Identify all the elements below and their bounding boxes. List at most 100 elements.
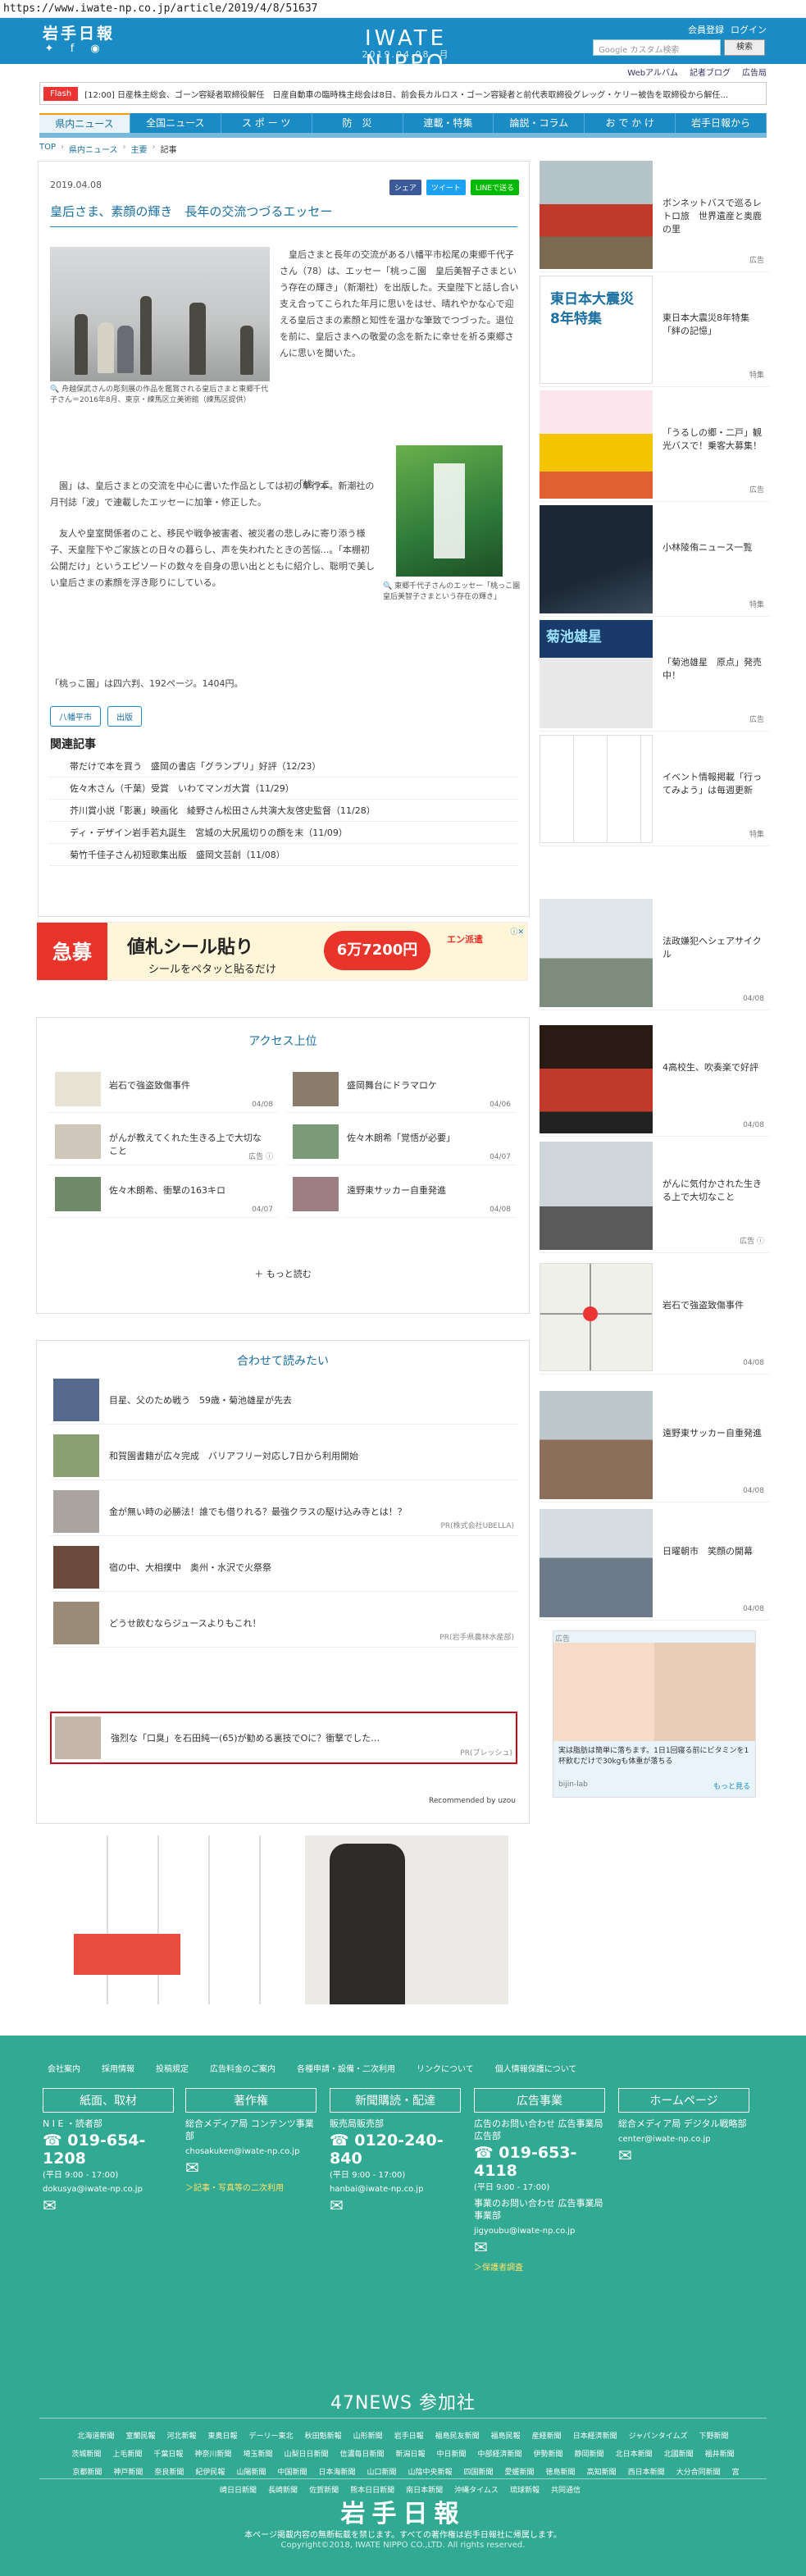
footer-mail[interactable]: chosakuken@iwate-np.co.jp <box>185 2147 316 2156</box>
footer-phone[interactable]: ☎ 0120-240-840 <box>330 2131 461 2168</box>
member-link[interactable]: 神奈川新聞 <box>194 2451 231 2459</box>
member-link[interactable]: 静岡新聞 <box>575 2451 604 2459</box>
member-link[interactable]: 四国新聞 <box>464 2469 494 2477</box>
nav-item-series[interactable]: 連載・特集 <box>403 113 494 133</box>
nav-item-sports[interactable]: ス ポ ー ツ <box>221 113 312 133</box>
related-item[interactable]: 菊竹千佳子さん初短歌集出版 盛岡文芸創（11/08） <box>50 844 517 866</box>
member-link[interactable]: 奈良新聞 <box>154 2469 184 2477</box>
member-link[interactable]: 河北新報 <box>167 2432 197 2441</box>
member-link[interactable]: 伊勢新聞 <box>534 2451 563 2459</box>
login-link[interactable]: ログイン <box>731 23 767 36</box>
mail-icon[interactable]: ✉ <box>474 2239 605 2255</box>
footer-link[interactable]: 個人情報保護について <box>495 2062 577 2074</box>
sidebar-item[interactable]: がんに気付かされた生きる上で大切なこと 広告 ⓘ <box>540 1142 769 1253</box>
footer-mail[interactable]: dokusya@iwate-np.co.jp <box>43 2185 174 2194</box>
rank-item[interactable]: がんが教えてくれた生きる上で大切なこと 広告 ⓘ <box>48 1119 278 1165</box>
footer-phone[interactable]: ☎ 019-654-1208 <box>43 2131 174 2168</box>
mail-icon[interactable]: ✉ <box>185 2159 316 2176</box>
member-link[interactable]: 産経新聞 <box>532 2432 562 2441</box>
nav-item-from-iwate[interactable]: 岩手日報から <box>676 113 767 133</box>
footer-mail[interactable]: hanbai@iwate-np.co.jp <box>330 2185 461 2194</box>
related-item[interactable]: 佐々木さん（千葉）受賞 いわてマンガ大賞（11/29） <box>50 777 517 800</box>
footer-extra-link[interactable]: ＞保護者調査 <box>474 2260 605 2273</box>
member-link[interactable]: 西日本新聞 <box>628 2469 665 2477</box>
footer-link[interactable]: リンクについて <box>417 2062 474 2074</box>
member-link[interactable]: 新潟日報 <box>395 2451 425 2459</box>
related-item[interactable]: ディ・デザイン岩手若丸誕生 宮城の大尻風切りの顔を末（11/09） <box>50 822 517 844</box>
member-link[interactable]: 下野新聞 <box>699 2432 729 2441</box>
member-link[interactable]: 北國新聞 <box>664 2451 694 2459</box>
member-link[interactable]: 高知新聞 <box>587 2469 617 2477</box>
ad-close-icon[interactable]: ⓘ✕ <box>510 926 524 937</box>
rank-item[interactable]: 遠野東サッカー自重発進 04/08 <box>286 1172 516 1218</box>
member-link[interactable]: ジャパンタイムズ <box>629 2432 688 2441</box>
mail-icon[interactable]: ✉ <box>618 2147 749 2163</box>
book-cover-photo[interactable] <box>396 445 503 577</box>
rss-icon[interactable]: ◉ <box>89 43 102 56</box>
flash-news-bar[interactable]: Flash [12:00] 日産株主総会、ゴーン容疑者取締役解任 日産自動車の臨… <box>39 82 767 105</box>
breadcrumb-main[interactable]: 主要 <box>131 143 148 155</box>
recommend-item[interactable]: 宿の中、大相撲中 奥州・水沢で火祭祭 <box>50 1543 517 1592</box>
member-link[interactable]: 京都新聞 <box>72 2469 102 2477</box>
member-link[interactable]: 東奥日報 <box>208 2432 238 2441</box>
member-link[interactable]: 日本経済新聞 <box>573 2432 617 2441</box>
sidebar-item[interactable]: 法政嫌犯ヘシェアサイクル 04/08 <box>540 899 769 1010</box>
more-button[interactable]: ＋ もっと読む <box>37 1267 529 1280</box>
sidebar-item[interactable]: 菊池雄星 「菊池雄星 原点」発売中！ 広告 <box>540 620 769 732</box>
footer-extra-link[interactable]: ＞記事・写真等の二次利用 <box>185 2181 316 2193</box>
member-link[interactable]: 信濃毎日新聞 <box>339 2451 384 2459</box>
recommend-item-highlighted[interactable]: 強烈な「口臭」を石田純一(65)が勧める裏技でOに？衝撃でした… PR(ブレッシ… <box>50 1712 517 1764</box>
register-link[interactable]: 会員登録 <box>688 23 724 36</box>
mail-icon[interactable]: ✉ <box>43 2197 174 2214</box>
tag-publishing[interactable]: 出版 <box>107 706 142 727</box>
member-link[interactable]: 秋田魁新報 <box>305 2432 342 2441</box>
ad-banner[interactable]: 急募 値札シール貼り シールをペタッと貼るだけ 6万7200円 エン派遣 ⓘ✕ <box>36 922 528 981</box>
sidebar-item[interactable]: ボンネットバスで巡るレトロ旅 世界遺産と奥鹿の里 広告 <box>540 161 769 272</box>
member-link[interactable]: 徳島新聞 <box>546 2469 576 2477</box>
line-share-button[interactable]: LINEで送る <box>470 180 519 195</box>
related-item[interactable]: 芥川賞小説「影裏」映画化 綾野さん松田さん共演大友啓史監督（11/28） <box>50 800 517 822</box>
footer-link[interactable]: 会社案内 <box>48 2062 80 2074</box>
recommend-item[interactable]: どうせ飲むならジュースよりもこれ！ PR(岩手県農林水産部) <box>50 1598 517 1648</box>
sidebar-item[interactable]: 小林陵侑ニュース一覧 特集 <box>540 505 769 617</box>
member-link[interactable]: 愛媛新聞 <box>505 2469 535 2477</box>
member-link[interactable]: 上毛新聞 <box>112 2451 142 2459</box>
member-link[interactable]: 茨城新聞 <box>71 2451 101 2459</box>
footer-phone[interactable]: ☎ 019-653-4118 <box>474 2144 605 2180</box>
mail-icon[interactable]: ✉ <box>330 2197 461 2214</box>
member-link[interactable]: 福島民友新聞 <box>435 2432 480 2441</box>
nav-item-local[interactable]: 県内ニュース <box>39 113 130 133</box>
address-bar[interactable]: https://www.iwate-np.co.jp/article/2019/… <box>0 0 806 18</box>
recommend-item[interactable]: 目星、父のため戦う 59歳・菊池雄星が先去 <box>50 1375 517 1425</box>
footer-link[interactable]: 広告料金のご案内 <box>210 2062 275 2074</box>
related-item[interactable]: 帯だけで本を買う 盛岡の書店「グランプリ」好評（12/23） <box>50 755 517 777</box>
tag-hachimantai[interactable]: 八幡平市 <box>50 706 101 727</box>
footer-mail[interactable]: jigyoubu@iwate-np.co.jp <box>474 2227 605 2236</box>
sidebar-item[interactable]: 岩石で強盗致傷事件 04/08 <box>540 1263 769 1375</box>
member-link[interactable]: 山口新聞 <box>367 2469 396 2477</box>
rank-item[interactable]: 岩石で強盗致傷事件 04/08 <box>48 1067 278 1113</box>
recommend-provider[interactable]: Recommended by uzou <box>429 1797 516 1805</box>
member-link[interactable]: 山陽新聞 <box>236 2469 266 2477</box>
sidebar-item[interactable]: 遠野東サッカー自重発進 04/08 <box>540 1391 769 1502</box>
member-link[interactable]: 北日本新聞 <box>616 2451 653 2459</box>
member-link[interactable]: 千葉日報 <box>153 2451 183 2459</box>
twitter-icon[interactable]: ✦ <box>43 43 56 56</box>
sub-link-blog[interactable]: 記者ブログ <box>690 66 731 78</box>
facebook-share-button[interactable]: シェア <box>389 180 421 195</box>
footer-link[interactable]: 各種申請・設備・二次利用 <box>297 2062 395 2074</box>
breadcrumb-local[interactable]: 県内ニュース <box>69 143 118 155</box>
tweet-button[interactable]: ツイート <box>426 180 466 195</box>
sidebar-item[interactable]: イベント情報掲載「行ってみよう」は毎週更新 特集 <box>540 735 769 846</box>
sidebar-item[interactable]: 日曜朝市 笑顔の開幕 04/08 <box>540 1509 769 1621</box>
fashion-ad[interactable] <box>305 1835 508 2004</box>
footer-logo[interactable]: 岩手日報 <box>0 2493 806 2529</box>
member-link[interactable]: 福井新聞 <box>705 2451 735 2459</box>
sidebar-item[interactable]: 「うるしの郷・二戸」観光バスで！乗客大募集！ 広告 <box>540 390 769 502</box>
manga-ad[interactable] <box>57 1835 261 2004</box>
sidebar-item[interactable]: 東日本大震災8年特集 東日本大震災8年特集「絆の記憶」 特集 <box>540 276 769 387</box>
ad-more-link[interactable]: もっと見る <box>713 1780 750 1791</box>
sub-link-album[interactable]: Webアルバム <box>627 66 678 78</box>
article-photo[interactable] <box>50 247 270 381</box>
facebook-icon[interactable]: f <box>66 43 79 56</box>
